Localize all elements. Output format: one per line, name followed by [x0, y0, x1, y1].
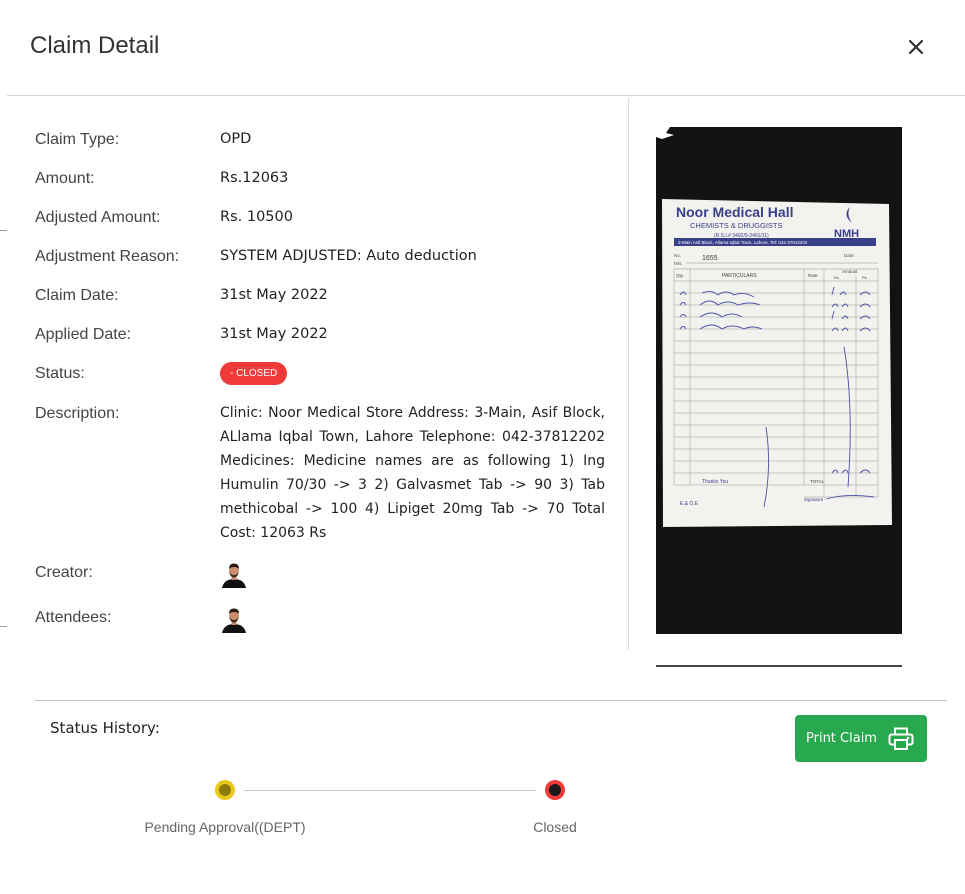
creator-avatar[interactable]	[220, 560, 248, 588]
receipt-col-amount: Amount	[842, 269, 858, 274]
attendees-value	[220, 605, 605, 637]
amount-label: Amount:	[35, 170, 95, 187]
receipt-number: 1655	[702, 255, 718, 262]
modal-title: Claim Detail	[30, 32, 160, 59]
status-timeline-line	[244, 790, 536, 791]
creator-value	[220, 560, 605, 592]
modal-header: Claim Detail	[7, 0, 965, 96]
receipt-col-qty: Qty.	[676, 273, 684, 278]
print-claim-label: Print Claim	[806, 731, 877, 746]
status-badge: - CLOSED	[220, 362, 288, 385]
attendee-avatar[interactable]	[220, 605, 248, 633]
column-divider	[628, 98, 629, 650]
step-closed-label: Closed	[533, 819, 577, 835]
receipt-date-label: Date:	[844, 253, 855, 258]
claim-date-label: Claim Date:	[35, 287, 119, 304]
status-label: Status:	[35, 365, 85, 382]
receipt-col-particulars: PARTICULARS	[722, 273, 757, 279]
close-icon	[908, 39, 924, 55]
adjustment-reason-label: Adjustment Reason:	[35, 248, 180, 265]
claim-detail-modal: Claim Detail Claim Type: OPD Amount: Rs.…	[7, 0, 965, 894]
status-value: - CLOSED	[220, 362, 605, 385]
receipt-col-ps: Ps	[862, 275, 867, 280]
receipt-image[interactable]: Noor Medical Hall CHEMISTS & DRUGGISTS (…	[656, 127, 902, 634]
receipt-subtitle: CHEMISTS & DRUGGISTS	[690, 221, 783, 230]
applied-date-label: Applied Date:	[35, 326, 132, 343]
adjusted-amount-value: Rs. 10500	[220, 209, 293, 225]
receipt-signature-label: Signature	[804, 497, 824, 502]
section-divider	[35, 700, 947, 701]
applied-date-value: 31st May 2022	[220, 326, 328, 342]
step-pending-dot	[215, 780, 235, 800]
attendees-label: Attendees:	[35, 609, 112, 626]
receipt-total-label: TOTAL	[810, 479, 825, 484]
claim-date-value: 31st May 2022	[220, 287, 328, 303]
receipt-address: 3-Main Asif Block, Allama Iqbal Town, La…	[678, 240, 808, 245]
receipt-eoe: E.& O.E	[680, 501, 699, 507]
receipt-col-rate: Rate	[808, 273, 818, 278]
claim-type-value: OPD	[220, 131, 252, 147]
receipt-photo: Noor Medical Hall CHEMISTS & DRUGGISTS (…	[656, 127, 902, 634]
printer-icon	[888, 727, 914, 750]
adjustment-reason-value: SYSTEM ADJUSTED: Auto deduction	[220, 248, 477, 264]
amount-value: Rs.12063	[220, 170, 289, 186]
receipt-ms-label: M/s.	[674, 261, 683, 266]
receipt-no-label: No.	[674, 253, 681, 258]
creator-label: Creator:	[35, 564, 93, 581]
receipt-col-rs: Rs	[834, 275, 839, 280]
receipt-thanks: Thanks You	[702, 479, 728, 485]
adjusted-amount-label: Adjusted Amount:	[35, 209, 161, 226]
print-claim-button[interactable]: Print Claim	[795, 715, 927, 762]
status-history-title: Status History:	[50, 719, 160, 737]
step-closed-dot	[545, 780, 565, 800]
receipt-underline	[656, 665, 902, 667]
close-button[interactable]	[905, 36, 927, 58]
description-value: Clinic: Noor Medical Store Address: 3-Ma…	[220, 405, 605, 541]
claim-type-label: Claim Type:	[35, 131, 120, 148]
description-label: Description:	[35, 405, 120, 422]
receipt-store-name: Noor Medical Hall	[676, 204, 793, 220]
step-pending-label: Pending Approval((DEPT)	[144, 819, 306, 835]
